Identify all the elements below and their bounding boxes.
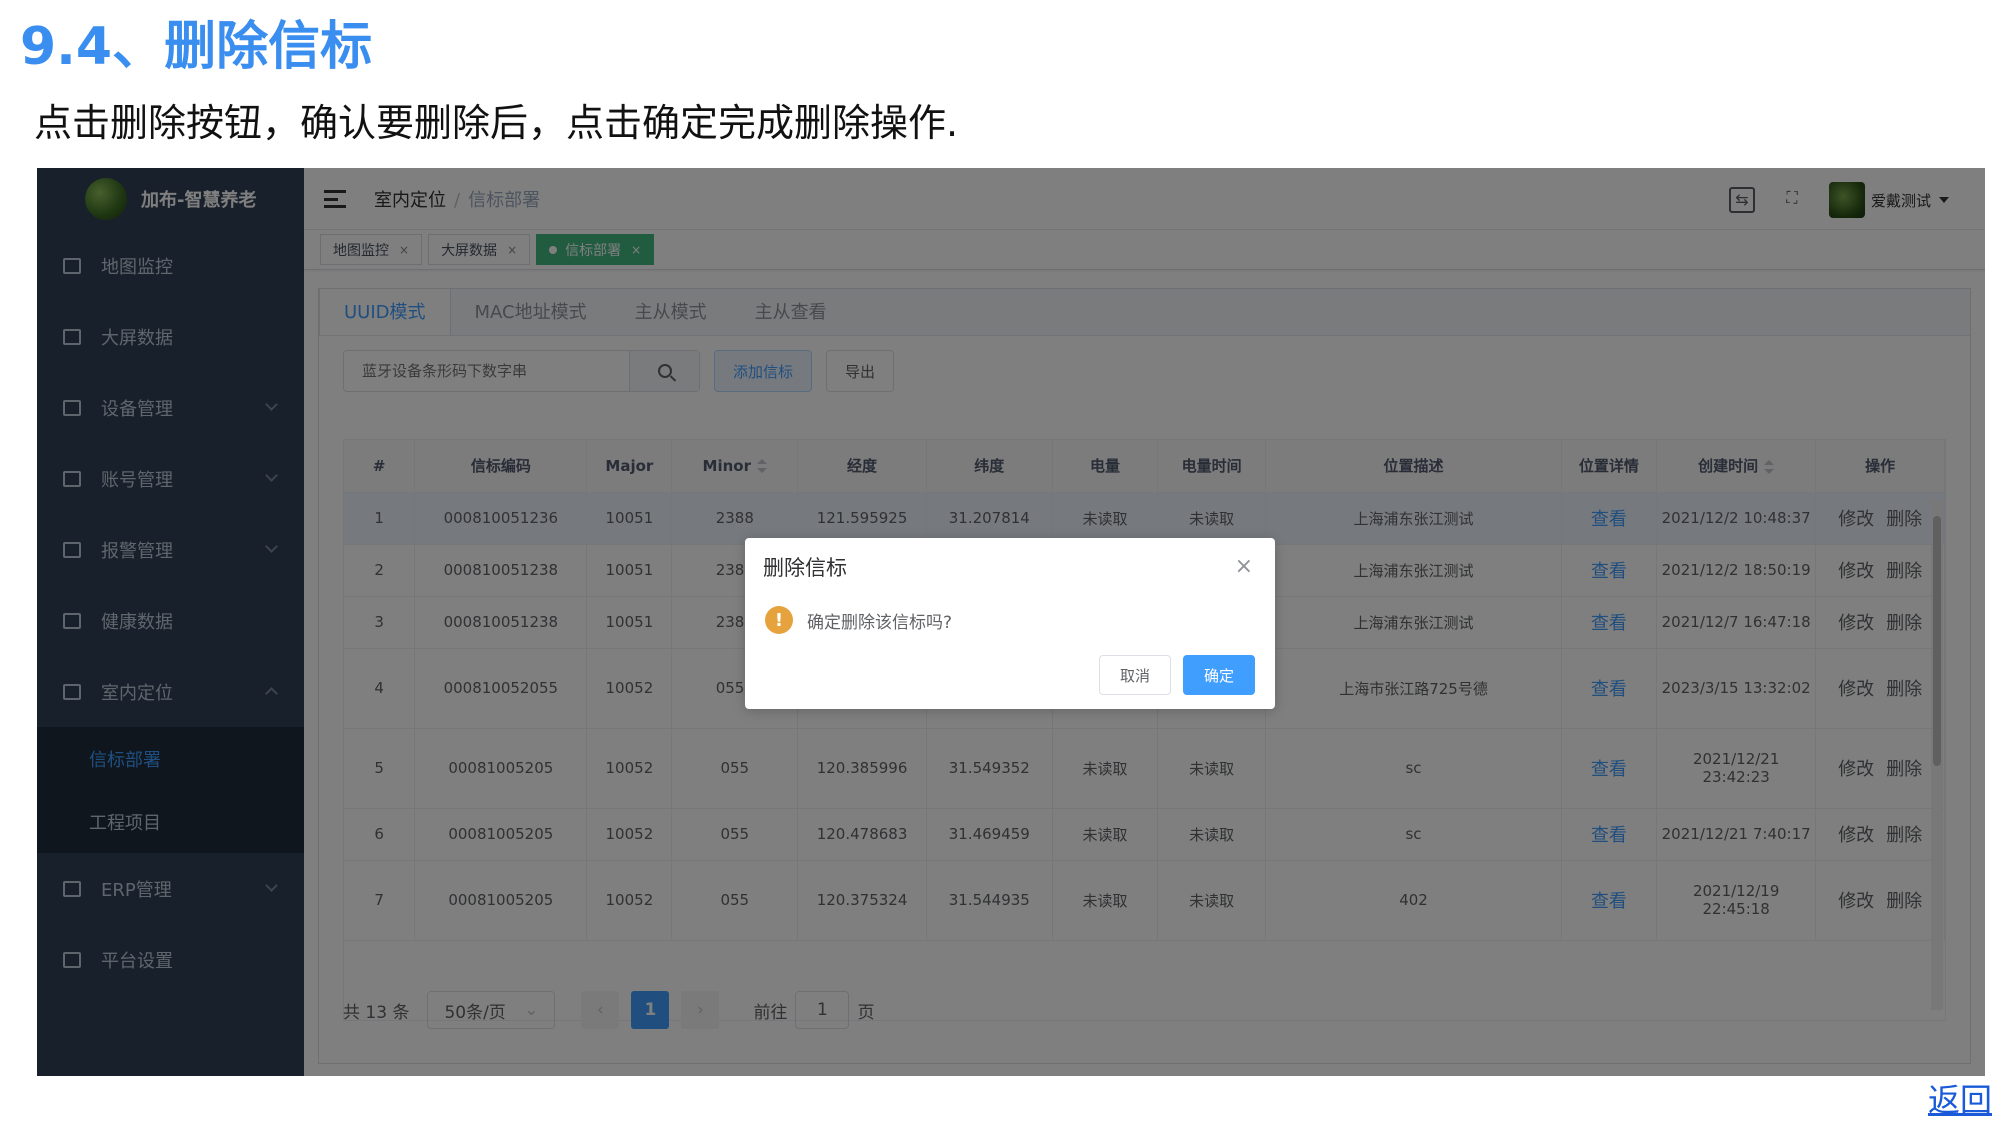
dialog-body: ! 确定删除该信标吗? xyxy=(765,606,952,634)
confirm-button[interactable]: 确定 xyxy=(1182,655,1255,695)
delete-confirm-dialog: 删除信标 × ! 确定删除该信标吗? 取消 确定 xyxy=(745,538,1275,709)
doc-description: 点击删除按钮，确认要删除后，点击确定完成删除操作. xyxy=(34,101,959,145)
cancel-button[interactable]: 取消 xyxy=(1098,655,1171,695)
close-icon[interactable]: × xyxy=(1235,554,1253,579)
dialog-title: 删除信标 xyxy=(763,556,847,580)
doc-title: 9.4、删除信标 xyxy=(20,17,373,77)
back-link[interactable]: 返回 xyxy=(1928,1075,1992,1121)
app-screenshot: 加布-智慧养老 地图监控 大屏数据 设备管理 账号管理 报警管理 健康数据 室内… xyxy=(37,168,1985,1076)
dialog-buttons: 取消 确定 xyxy=(1087,655,1255,695)
warning-icon: ! xyxy=(765,606,793,634)
dialog-message: 确定删除该信标吗? xyxy=(807,612,953,633)
